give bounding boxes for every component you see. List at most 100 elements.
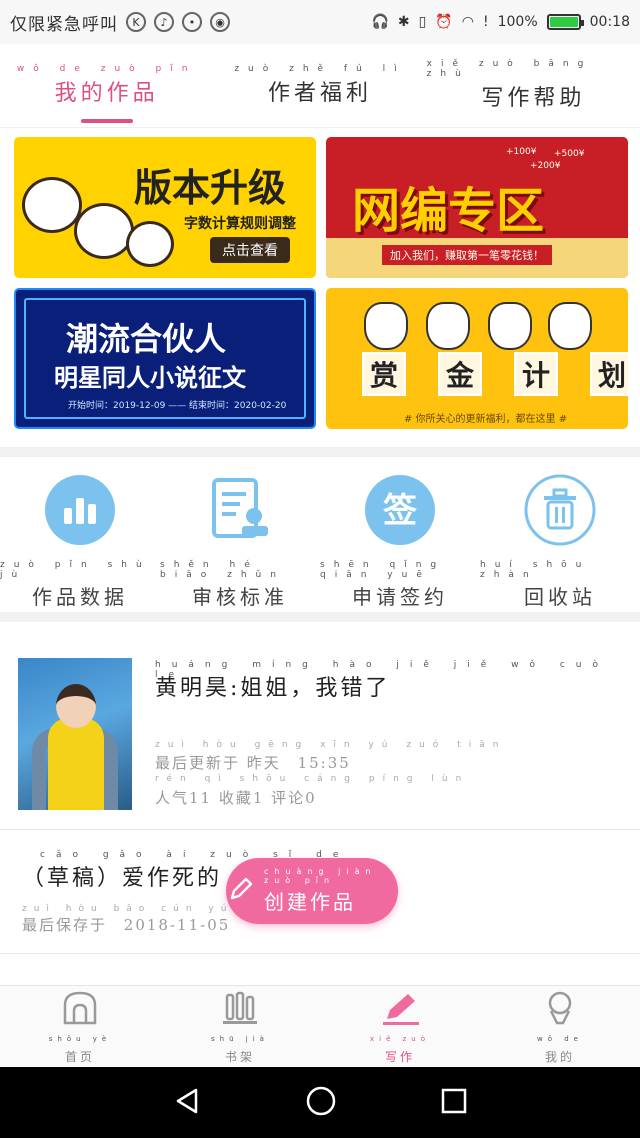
top-tabs: wǒ de zuò pǐn 我的作品 zuò zhě fú lì 作者福利 xi… <box>0 44 640 128</box>
k-app-icon: K <box>126 12 146 32</box>
banner-trend-partner[interactable]: 潮流合伙人 明星同人小说征文 开始时间：2019-12-09 —— 结束时间：2… <box>14 288 316 429</box>
tool-apply-contract[interactable]: 签 shēn qǐng qiān yuē 申请签约 <box>320 460 480 610</box>
cat-illustration <box>126 221 174 267</box>
draft-saved-label: 最后保存于 <box>22 916 108 934</box>
banner-title: 潮流合伙人 <box>66 320 227 358</box>
banner-subtitle: 字数计算规则调整 <box>184 216 296 232</box>
nav-label: 书架 <box>224 1049 255 1064</box>
recents-icon[interactable] <box>440 1087 468 1119</box>
pencil-icon <box>226 874 256 908</box>
bounty-card: 金 <box>438 352 482 396</box>
view-details-button[interactable]: 点击查看 <box>210 237 290 263</box>
nav-bookshelf[interactable]: shū jià 书架 <box>160 986 320 1067</box>
tab-my-works[interactable]: wǒ de zuò pǐn 我的作品 <box>0 44 213 127</box>
sign-icon: 签 <box>364 474 436 546</box>
work-updated-time: 15:35 <box>297 754 351 772</box>
tool-review-standard[interactable]: shěn hé biāo zhǔn 审核标准 <box>160 460 320 610</box>
carrier-text: 仅限紧急呼叫 <box>10 14 118 35</box>
nav-label: 写作 <box>384 1049 415 1064</box>
home-icon <box>61 989 99 1031</box>
vibrate-icon: ▯ <box>418 14 427 30</box>
banner-grid: 版本升级 字数计算规则调整 点击查看 +100¥ +500¥ +200¥ 网编专… <box>14 137 628 429</box>
nav-label: 首页 <box>64 1049 95 1064</box>
work-updated: 最后更新于 昨天 15:35 <box>155 752 351 773</box>
nav-home[interactable]: shǒu yè 首页 <box>0 986 160 1067</box>
bounty-card: 划 <box>590 352 628 396</box>
section-divider <box>0 447 640 457</box>
reward-tag: +500¥ <box>554 149 585 159</box>
battery-icon <box>546 14 584 30</box>
cat-illustration <box>364 302 408 350</box>
banner-cta: 加入我们，赚取第一笔零花钱！ <box>382 245 552 265</box>
app-notification-icon: ◉ <box>210 12 230 32</box>
cat-illustration <box>426 302 470 350</box>
tool-pinyin: huí shōu zhàn <box>480 560 591 580</box>
draft-title: （草稿）爱作死的 <box>22 866 223 891</box>
tool-work-data[interactable]: zuò pǐn shù jù 作品数据 <box>0 460 160 610</box>
clock: 00:18 <box>589 14 630 30</box>
tab-author-benefits[interactable]: zuò zhě fú lì 作者福利 <box>213 44 426 127</box>
reward-tag: +200¥ <box>530 161 561 171</box>
pencil-icon <box>381 989 419 1031</box>
headset-icon: 🎧 <box>371 14 389 30</box>
alarm-icon: ⏰ <box>435 14 453 30</box>
status-bar: 仅限紧急呼叫 K ♪ • ◉ 🎧 ✱ ▯ ⏰ ◠ ! 100% 00:18 <box>0 0 640 44</box>
banner-version-upgrade[interactable]: 版本升级 字数计算规则调整 点击查看 <box>14 137 316 278</box>
bottom-nav: shǒu yè 首页 shū jià 书架 xiě zuò 写作 wǒ de 我… <box>0 985 640 1067</box>
tool-pinyin: shěn hé biāo zhǔn <box>160 560 285 580</box>
battery-percent: 100% <box>497 14 538 30</box>
banner-title: 网编专区 <box>352 183 545 239</box>
tool-label: 回收站 <box>524 585 596 609</box>
tool-pinyin: zuò pǐn shù jù <box>0 560 151 580</box>
banner-subtitle: 明星同人小说征文 <box>54 364 246 392</box>
cat-illustration <box>22 177 82 233</box>
bounty-cards: 赏 金 计 划 <box>362 352 628 396</box>
draft-saved-pinyin: zuì hòu bǎo cún yú <box>22 904 234 914</box>
work-cover-image <box>18 658 132 810</box>
tool-label: 审核标准 <box>192 585 288 609</box>
cat-illustration <box>488 302 532 350</box>
work-list-item[interactable]: huáng míng hào jiě jiě wǒ cuò le 黄明昊:姐姐，… <box>0 622 640 830</box>
work-title: 黄明昊:姐姐，我错了 <box>155 676 391 701</box>
active-tab-indicator <box>80 119 133 123</box>
nav-pinyin: shǒu yè <box>48 1034 112 1043</box>
tool-label: 申请签约 <box>352 585 448 609</box>
tool-label: 作品数据 <box>32 585 128 609</box>
wifi-icon: ◠ <box>461 14 474 30</box>
banner-note: # 你所关心的更新福利，都在这里 # <box>404 414 568 425</box>
tab-pinyin: zuò zhě fú lì <box>234 64 406 74</box>
create-button-label: 创建作品 <box>264 890 356 914</box>
bounty-card: 计 <box>514 352 558 396</box>
sign-icon-glyph: 签 <box>383 491 417 531</box>
nav-pinyin: wǒ de <box>537 1034 583 1043</box>
profile-icon <box>541 989 579 1031</box>
bluetooth-icon: ✱ <box>397 14 410 30</box>
tab-writing-help[interactable]: xiě zuò bāng zhù 写作帮助 <box>427 44 640 127</box>
nav-pinyin: shū jià <box>211 1034 269 1043</box>
bar-chart-icon <box>44 474 116 546</box>
cat-illustration <box>548 302 592 350</box>
nav-pinyin: xiě zuò <box>369 1034 430 1043</box>
tool-recycle-bin[interactable]: huí shōu zhàn 回收站 <box>480 460 640 610</box>
work-updated-label: 最后更新于 <box>155 754 241 772</box>
create-work-button[interactable]: chuàng jiàn zuò pǐn 创建作品 <box>226 858 398 924</box>
work-stats: 人气11 收藏1 评论0 <box>155 789 317 807</box>
tab-label: 我的作品 <box>54 81 159 106</box>
tab-label: 作者福利 <box>267 81 372 106</box>
nav-label: 我的 <box>544 1049 575 1064</box>
home-circle-icon[interactable] <box>305 1085 337 1121</box>
system-nav-bar <box>0 1067 640 1138</box>
work-updated-day: 昨天 <box>246 754 281 772</box>
back-icon[interactable] <box>172 1086 202 1120</box>
work-updated-pinyin: zuì hòu gēng xīn yú zuó tiān <box>155 740 507 750</box>
nav-write[interactable]: xiě zuò 写作 <box>320 986 480 1067</box>
banner-net-editor-zone[interactable]: +100¥ +500¥ +200¥ 网编专区 加入我们，赚取第一笔零花钱！ <box>326 137 628 278</box>
create-button-pinyin: chuàng jiàn zuò pǐn <box>264 867 377 885</box>
section-divider <box>0 612 640 622</box>
trash-icon <box>524 474 596 546</box>
tab-pinyin: xiě zuò bāng zhù <box>426 59 593 79</box>
banner-bounty-plan[interactable]: 赏 金 计 划 # 你所关心的更新福利，都在这里 # <box>326 288 628 429</box>
banner-dates: 开始时间：2019-12-09 —— 结束时间：2020-02-20 <box>68 401 287 411</box>
bookshelf-icon <box>221 989 259 1031</box>
nav-mine[interactable]: wǒ de 我的 <box>480 986 640 1067</box>
